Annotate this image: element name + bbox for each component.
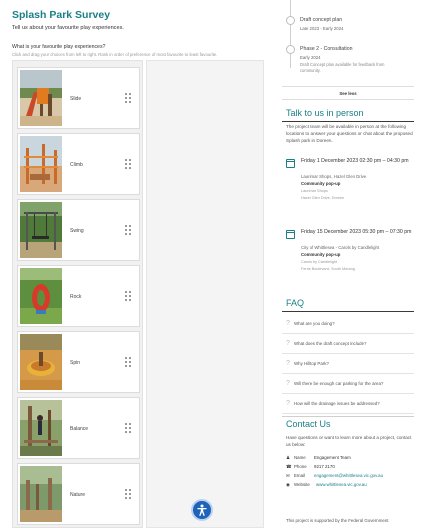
email-link[interactable]: engagement@whittlesea.vic.gov.au — [314, 473, 383, 478]
contact-label: Email — [294, 473, 305, 478]
faq-item[interactable]: ? What are you doing? — [282, 314, 414, 334]
section-divider — [282, 416, 414, 417]
faq-item[interactable]: ? Will there be enough car parking for t… — [282, 374, 414, 394]
event-place: Carols by Candlelight — [301, 260, 338, 264]
event-datetime: Friday 15 December 2023 05:30 pm – 07:30… — [301, 229, 412, 235]
event-datetime: Friday 1 December 2023 02:30 pm – 04:30 … — [301, 158, 409, 164]
section-divider — [282, 121, 414, 122]
calendar-icon — [286, 159, 295, 168]
timeline-stage-title: Draft concept plan — [300, 17, 343, 23]
faq-question: What are you doing? — [294, 321, 335, 326]
survey-subtitle: Tell us about your favourite play experi… — [12, 25, 124, 31]
timeline-stage-date: Early 2024 — [300, 55, 321, 60]
ranking-drop-zone[interactable] — [146, 60, 264, 528]
survey-title: Splash Park Survey — [12, 9, 111, 21]
rank-item-nature[interactable]: Nature — [17, 463, 140, 525]
drag-handle-icon[interactable] — [125, 93, 133, 103]
rank-item-rock[interactable]: Rock — [17, 265, 140, 327]
email-icon: ✉ — [286, 473, 290, 478]
contact-email-row: ✉ Email engagement@whittlesea.vic.gov.au — [286, 473, 383, 479]
event-tag: Community pop-up — [301, 252, 341, 257]
ranking-source-list: Slide Climb Swing Rock Spin Balance Natu… — [12, 60, 143, 528]
rank-item-balance[interactable]: Balance — [17, 397, 140, 459]
rank-item-climb[interactable]: Climb — [17, 133, 140, 195]
slide-playground-photo — [20, 70, 62, 126]
rocker-toy-photo — [20, 268, 62, 324]
rank-item-label: Balance — [70, 426, 89, 432]
drag-handle-icon[interactable] — [125, 225, 133, 235]
drag-handle-icon[interactable] — [125, 489, 133, 499]
swing-set-photo — [20, 202, 62, 258]
faq-section-title: FAQ — [286, 298, 305, 308]
balance-beam-photo — [20, 400, 62, 456]
rank-item-label: Swing — [70, 228, 84, 234]
question-label: What is your favourite play experiences? — [12, 44, 106, 50]
timeline-line — [290, 0, 291, 68]
question-mark-icon: ? — [286, 320, 290, 327]
drag-handle-icon[interactable] — [125, 291, 133, 301]
event-tag: Community pop-up — [301, 181, 341, 186]
talk-section-title: Talk to us in person — [286, 108, 364, 118]
faq-item[interactable]: ? What does the draft concept include? — [282, 334, 414, 354]
nature-play-photo — [20, 466, 62, 522]
contact-label: Phone — [294, 464, 307, 469]
contact-section-title: Contact Us — [286, 419, 331, 429]
rank-item-label: Climb — [70, 162, 83, 168]
contact-label: Website — [294, 482, 310, 487]
contact-value: Engagement Team — [314, 455, 351, 460]
globe-icon: ◉ — [286, 482, 290, 487]
calendar-icon — [286, 230, 295, 239]
accessibility-icon[interactable] — [191, 499, 213, 521]
spinner-photo — [20, 334, 62, 390]
phone-icon: ☎ — [286, 464, 292, 469]
contact-value: 9217 2170 — [314, 464, 335, 469]
faq-question: How will the drainage issues be addresse… — [294, 401, 380, 406]
timeline-stage-date: Late 2023 - Early 2024 — [300, 26, 344, 31]
event-place-address: Ferris Boulevard, South Morang — [301, 267, 355, 271]
drag-handle-icon[interactable] — [125, 159, 133, 169]
rank-item-label: Nature — [70, 492, 86, 498]
website-link[interactable]: www.whittlesea.vic.gov.au — [316, 482, 367, 487]
faq-question: Will there be enough car parking for the… — [294, 381, 384, 386]
event-place-address: Hazel Glen Drive, Doreen — [301, 196, 345, 200]
contact-website-row: ◉ Website www.whittlesea.vic.gov.au — [286, 482, 367, 488]
faq-item[interactable]: ? Why Hilltop Park? — [282, 354, 414, 374]
timeline-dot-icon — [286, 45, 295, 54]
ranking-instruction: Click and drag your choices from left to… — [12, 52, 218, 57]
question-mark-icon: ? — [286, 400, 290, 407]
rank-item-spin[interactable]: Spin — [17, 331, 140, 393]
rank-item-swing[interactable]: Swing — [17, 199, 140, 261]
sidebar: Draft concept plan Late 2023 - Early 202… — [282, 0, 434, 528]
faq-item[interactable]: ? How will the drainage issues be addres… — [282, 394, 414, 414]
event-address: Laurimar Shops, Hazel Glen Drive — [301, 174, 367, 179]
rank-item-label: Spin — [70, 360, 81, 366]
contact-phone-row: ☎ Phone 9217 2170 — [286, 464, 335, 470]
faq-question: What does the draft concept include? — [294, 341, 367, 346]
section-divider — [282, 311, 414, 312]
climbing-frame-photo — [20, 136, 62, 192]
faq-question: Why Hilltop Park? — [294, 361, 329, 366]
rank-item-label: Rock — [70, 294, 82, 300]
see-less-button[interactable]: See less — [282, 86, 414, 100]
rank-item-slide[interactable]: Slide — [17, 67, 140, 129]
timeline-dot-icon — [286, 16, 295, 25]
question-mark-icon: ? — [286, 380, 290, 387]
rank-item-label: Slide — [70, 96, 82, 102]
drag-handle-icon[interactable] — [125, 357, 133, 367]
timeline-stage-note: Draft Concept plan available for feedbac… — [300, 62, 385, 73]
contact-label: Name — [294, 455, 306, 460]
drag-handle-icon[interactable] — [125, 423, 133, 433]
question-mark-icon: ? — [286, 360, 290, 367]
event-place: Laurimar Shops — [301, 189, 328, 193]
funding-note: This project is supported by the Federal… — [286, 518, 389, 523]
person-icon: ♟ — [286, 455, 290, 460]
talk-intro: The project team will be available in pe… — [286, 124, 413, 143]
contact-intro: Have questions or want to learn more abo… — [286, 435, 412, 447]
question-mark-icon: ? — [286, 340, 290, 347]
timeline-stage-title: Phase 2 - Consultation — [300, 46, 353, 52]
contact-name-row: ♟ Name Engagement Team — [286, 455, 351, 461]
event-address: City of Whittlesea - Carols by Candlelig… — [301, 245, 380, 250]
